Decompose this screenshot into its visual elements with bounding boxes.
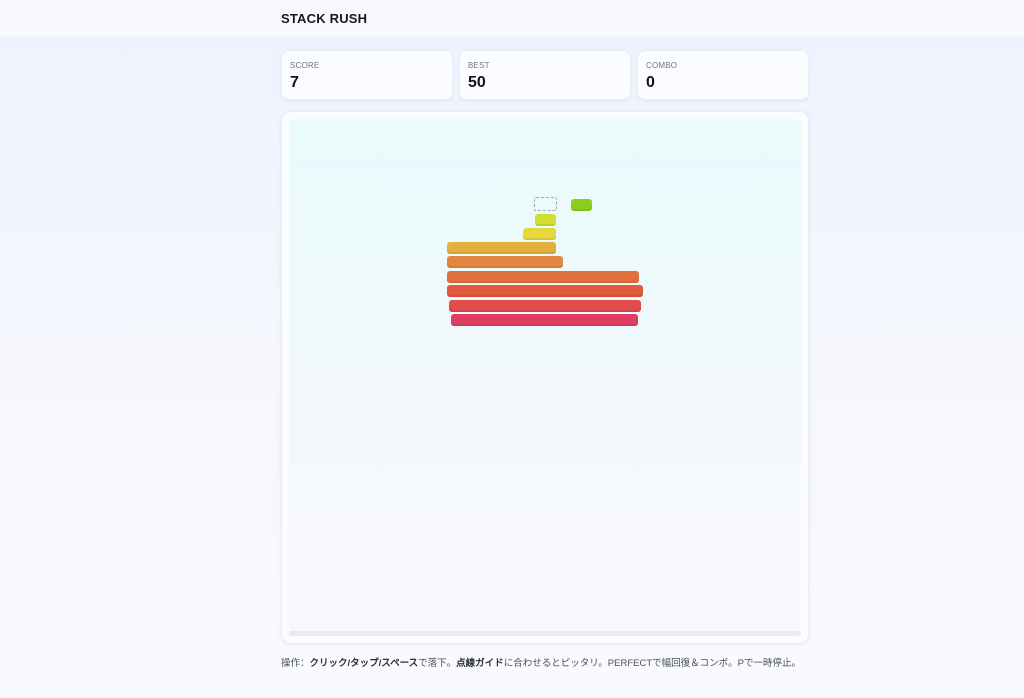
combo-value: 0 bbox=[646, 74, 655, 91]
best-label: BEST bbox=[468, 61, 490, 70]
app-title: STACK RUSH bbox=[281, 11, 368, 26]
help-controls: クリック/タップ/スペース bbox=[309, 658, 419, 669]
best-card: BEST 50 bbox=[459, 50, 631, 100]
score-card: SCORE 7 bbox=[281, 50, 453, 100]
stack-block bbox=[535, 214, 556, 226]
stack-block bbox=[523, 228, 556, 240]
moving-block bbox=[571, 199, 592, 211]
help-drop: で落下。 bbox=[418, 658, 457, 669]
controls-help: 操作：クリック/タップ/スペースで落下。点線ガイドに合わせるとピッタリ。PERF… bbox=[281, 655, 801, 669]
stack-block bbox=[447, 242, 556, 254]
score-label: SCORE bbox=[290, 61, 320, 70]
stack-block bbox=[449, 300, 641, 312]
combo-card: COMBO 0 bbox=[637, 50, 809, 100]
stack-block bbox=[451, 314, 638, 326]
score-value: 7 bbox=[290, 74, 299, 91]
stack-block bbox=[447, 256, 563, 268]
game-playfield[interactable] bbox=[289, 119, 801, 631]
help-guide: 点線ガイド bbox=[456, 658, 504, 669]
top-bar: STACK RUSH bbox=[0, 0, 1024, 38]
best-value: 50 bbox=[468, 74, 486, 91]
help-guide-suffix: に合わせるとピッタリ。PERFECTで幅回復＆コンボ。Pで一時停止。 bbox=[503, 658, 801, 669]
combo-label: COMBO bbox=[646, 61, 678, 70]
help-prefix: 操作： bbox=[281, 658, 310, 669]
stack-block bbox=[447, 285, 643, 297]
drop-progress-track bbox=[289, 631, 801, 636]
drop-guide bbox=[534, 197, 557, 211]
stack-block bbox=[447, 271, 639, 283]
